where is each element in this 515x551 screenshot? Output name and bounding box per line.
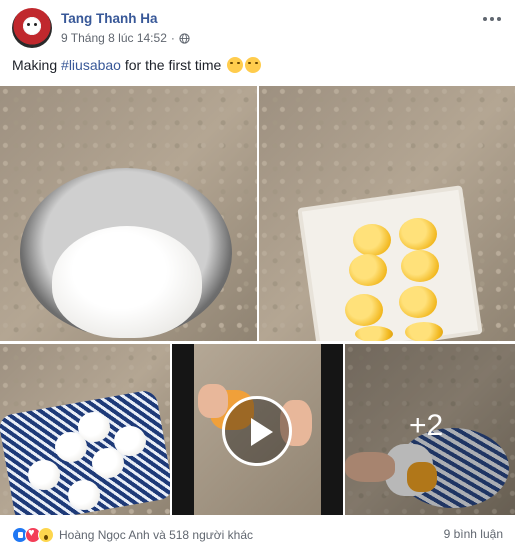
- filling-ball: [399, 286, 437, 318]
- filling-ball: [405, 322, 443, 341]
- wow-reaction-icon[interactable]: [38, 527, 54, 543]
- post-footer: Hoàng Ngọc Anh và 518 người khác 9 bình …: [12, 524, 503, 546]
- photo-more[interactable]: +2: [345, 344, 515, 515]
- filling-ball: [401, 250, 439, 282]
- dough-ball: [28, 460, 60, 490]
- post-text: Making #liusabao for the first time: [12, 57, 262, 73]
- dough-ball: [55, 432, 87, 462]
- video-letterbox-left: [172, 344, 194, 515]
- dough-ball: [92, 448, 124, 478]
- tray-shape: [297, 185, 483, 341]
- photo-dough-bowl[interactable]: [0, 86, 257, 341]
- photo-dough-balls-plate[interactable]: [0, 344, 170, 515]
- hand-shape: [198, 384, 228, 418]
- play-icon[interactable]: [222, 396, 292, 466]
- more-photos-count: +2: [409, 409, 444, 442]
- dough-shape: [52, 226, 202, 338]
- post-meta: 9 Tháng 8 lúc 14:52 ·: [61, 31, 190, 45]
- facebook-post: Tang Thanh Ha 9 Tháng 8 lúc 14:52 · Maki…: [0, 0, 515, 551]
- video-letterbox-right: [321, 344, 343, 515]
- comment-count[interactable]: 9 bình luận: [444, 527, 503, 541]
- filling-ball: [345, 294, 383, 326]
- author-avatar[interactable]: [12, 8, 52, 48]
- crying-face-icon: [227, 57, 244, 73]
- reaction-summary[interactable]: Hoàng Ngọc Anh và 518 người khác: [59, 528, 253, 542]
- post-header: Tang Thanh Ha 9 Tháng 8 lúc 14:52 ·: [12, 8, 515, 50]
- author-name[interactable]: Tang Thanh Ha: [61, 11, 158, 26]
- photo-yellow-filling-tray[interactable]: [259, 86, 515, 341]
- globe-icon[interactable]: [179, 32, 190, 44]
- hashtag-link[interactable]: #liusabao: [61, 57, 121, 73]
- more-options-icon[interactable]: [483, 14, 503, 24]
- filling-ball: [399, 218, 437, 250]
- dough-ball: [68, 480, 100, 510]
- post-timestamp[interactable]: 9 Tháng 8 lúc 14:52: [61, 31, 167, 45]
- post-text-after: for the first time: [120, 57, 222, 73]
- video-thumbnail[interactable]: [172, 344, 343, 515]
- filling-ball: [353, 224, 391, 256]
- post-text-before: Making: [12, 57, 62, 73]
- filling-ball: [355, 326, 393, 341]
- grinning-face-icon: [245, 57, 262, 73]
- filling-ball: [349, 254, 387, 286]
- meta-separator: ·: [170, 31, 175, 45]
